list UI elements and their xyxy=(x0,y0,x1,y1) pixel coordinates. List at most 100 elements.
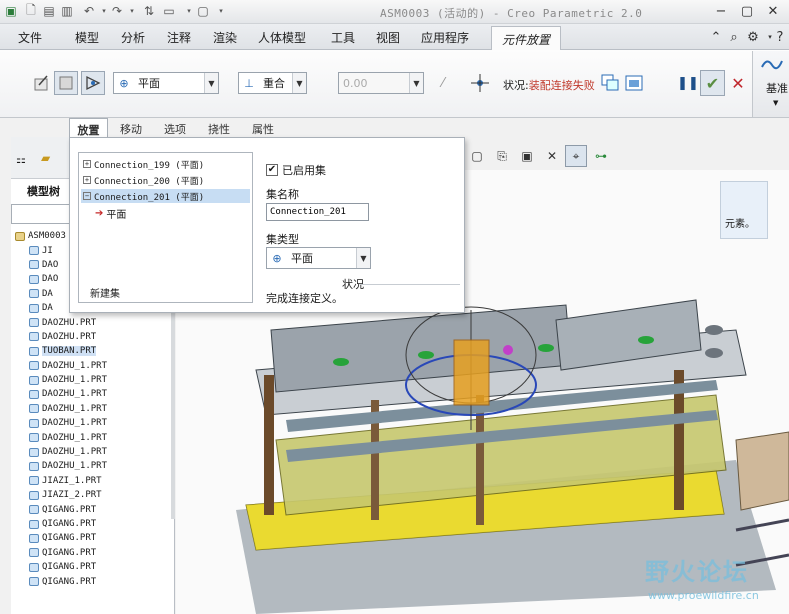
tree-item[interactable]: DAOZHU_1.PRT xyxy=(15,373,171,387)
maximize-icon[interactable]: ▢ xyxy=(735,1,759,21)
save-icon[interactable]: ▥ xyxy=(58,2,76,20)
part-icon xyxy=(29,404,39,414)
search-icon[interactable]: ⌕ xyxy=(724,27,744,47)
window-icon[interactable]: ▭ xyxy=(160,2,178,20)
flip-icon[interactable]: ⁄ xyxy=(431,71,455,95)
spin-center-icon[interactable]: ⌖ xyxy=(565,145,587,167)
part-icon xyxy=(29,476,39,486)
subtab-options[interactable]: 选项 xyxy=(157,118,193,137)
coincident-icon: ⊥ xyxy=(244,76,254,90)
assembly-window-icon[interactable] xyxy=(622,71,646,95)
close-icon[interactable]: ✕ xyxy=(761,1,785,21)
tree-item[interactable]: DAOZHU_1.PRT xyxy=(15,459,171,473)
close-window-icon[interactable]: ▢ xyxy=(194,2,212,20)
set-name-label: 集名称 xyxy=(266,188,299,201)
use-interface-icon[interactable] xyxy=(30,71,54,95)
user-defined-icon[interactable] xyxy=(54,71,78,95)
tab-file[interactable]: 文件 xyxy=(18,29,42,46)
tree-item[interactable]: JIAZI_2.PRT xyxy=(15,488,171,502)
enabled-set-checkbox[interactable]: ✔ 已启用集 xyxy=(266,162,326,178)
tree-item[interactable]: DAOZHU_1.PRT xyxy=(15,402,171,416)
expand-icon[interactable]: + xyxy=(83,176,91,184)
plane-connection-icon: ⊕ xyxy=(272,251,282,265)
model-tree-tab-icon[interactable]: ⚏ xyxy=(16,153,32,169)
datum-display-icon[interactable]: ✕ xyxy=(541,145,563,167)
minimize-ribbon-icon[interactable]: ⌃ xyxy=(706,27,726,47)
set-item[interactable]: + Connection_199 (平面) xyxy=(83,157,204,171)
part-icon xyxy=(29,418,39,428)
subtab-placement[interactable]: 放置 xyxy=(69,118,108,137)
tab-annotate[interactable]: 注释 xyxy=(167,29,191,46)
part-icon xyxy=(29,332,39,342)
collapse-icon[interactable]: − xyxy=(83,192,91,200)
help-icon[interactable]: ? xyxy=(770,27,789,47)
alignment-select[interactable]: ⊥ 重合 ▼ xyxy=(238,72,307,94)
model-tree-title: 模型树 xyxy=(27,185,60,198)
move-component-icon[interactable] xyxy=(468,71,492,95)
tree-item[interactable]: QIGANG.PRT xyxy=(15,531,171,545)
tab-render[interactable]: 渲染 xyxy=(213,29,237,46)
cancel-icon[interactable]: ✕ xyxy=(726,71,750,95)
tree-item[interactable]: DAOZHU_1.PRT xyxy=(15,387,171,401)
tab-applications[interactable]: 应用程序 xyxy=(421,29,469,46)
saved-views-icon[interactable]: ⎘ xyxy=(491,145,513,167)
part-icon xyxy=(29,519,39,529)
offset-input[interactable]: 0.00 ▼ xyxy=(338,72,424,94)
tree-item[interactable]: DAOZHU.PRT xyxy=(15,330,171,344)
datum-label: 基准 xyxy=(766,82,788,95)
tree-item[interactable]: QIGANG.PRT xyxy=(15,546,171,560)
tab-model[interactable]: 模型 xyxy=(75,29,99,46)
annotation-display-icon[interactable]: ⊶ xyxy=(590,145,612,167)
set-item[interactable]: + Connection_200 (平面) xyxy=(83,173,204,187)
constraint-type-select[interactable]: ⊕ 平面 ▼ xyxy=(113,72,219,94)
pause-icon[interactable]: ❚❚ xyxy=(676,71,700,95)
placement-status: 状况:装配连接失败 xyxy=(503,79,595,92)
tab-component-placement[interactable]: 元件放置 xyxy=(491,26,561,51)
minimize-icon[interactable]: − xyxy=(709,1,733,21)
connection-type-icon[interactable] xyxy=(81,71,105,95)
new-icon[interactable]: 🗋 xyxy=(22,2,40,20)
separate-window-icon[interactable] xyxy=(598,71,622,95)
chevron-down-icon: ▼ xyxy=(409,73,423,93)
tree-item[interactable]: TUOBAN.PRT xyxy=(15,344,171,358)
chevron-down-icon: ▼ xyxy=(204,73,218,93)
app-logo-icon[interactable]: ▣ xyxy=(2,2,20,20)
open-icon[interactable]: ▤ xyxy=(40,2,58,20)
tree-item[interactable]: DAOZHU_1.PRT xyxy=(15,430,171,444)
tab-tools[interactable]: 工具 xyxy=(331,29,355,46)
tree-item[interactable]: QIGANG.PRT xyxy=(15,574,171,588)
regenerate-icon[interactable]: ⇅ xyxy=(140,2,158,20)
set-type-select[interactable]: ⊕ 平面 ▼ xyxy=(266,247,371,269)
tree-item[interactable]: DAOZHU_1.PRT xyxy=(15,445,171,459)
tree-item[interactable]: DAOZHU_1.PRT xyxy=(15,359,171,373)
tree-item[interactable]: DAOZHU_1.PRT xyxy=(15,416,171,430)
folder-browser-tab-icon[interactable]: ▰ xyxy=(41,151,59,169)
datum-group[interactable]: 基准 ▼ xyxy=(752,51,789,117)
tree-item[interactable]: JIAZI_1.PRT xyxy=(15,474,171,488)
placement-panel: + Connection_199 (平面) + Connection_200 (… xyxy=(69,137,465,313)
tab-view[interactable]: 视图 xyxy=(376,29,400,46)
display-style-icon[interactable]: ▢ xyxy=(466,145,488,167)
tree-item[interactable]: QIGANG.PRT xyxy=(15,517,171,531)
watermark-text: 野火论坛 xyxy=(645,558,749,586)
set-type-label: 集类型 xyxy=(266,233,299,246)
tree-item[interactable]: QIGANG.PRT xyxy=(15,560,171,574)
set-item-selected[interactable]: − Connection_201 (平面) xyxy=(81,189,250,203)
tree-item[interactable]: QIGANG.PRT xyxy=(15,502,171,516)
tab-manikin[interactable]: 人体模型 xyxy=(258,29,306,46)
customize-icon[interactable]: ▾ xyxy=(212,2,230,20)
part-icon xyxy=(29,346,39,356)
tab-analysis[interactable]: 分析 xyxy=(121,29,145,46)
tree-item[interactable]: DAOZHU.PRT xyxy=(15,315,171,329)
expand-icon[interactable]: + xyxy=(83,160,91,168)
subtab-properties[interactable]: 属性 xyxy=(245,118,281,137)
ok-check-icon[interactable]: ✔ xyxy=(700,70,725,96)
set-name-input[interactable] xyxy=(266,203,369,221)
set-child-item[interactable]: ➔ 平面 xyxy=(95,206,126,221)
subtab-move[interactable]: 移动 xyxy=(113,118,149,137)
ribbon-panel: ⊕ 平面 ▼ ⊥ 重合 ▼ 0.00 ▼ ⁄ ❚❚ ✔ ✕ xyxy=(0,50,789,118)
subtab-flexibility[interactable]: 挠性 xyxy=(201,118,237,137)
view-manager-icon[interactable]: ▣ xyxy=(516,145,538,167)
redo-dropdown-icon[interactable]: ▾ xyxy=(123,2,141,20)
new-set-link[interactable]: 新建集 xyxy=(90,285,120,300)
